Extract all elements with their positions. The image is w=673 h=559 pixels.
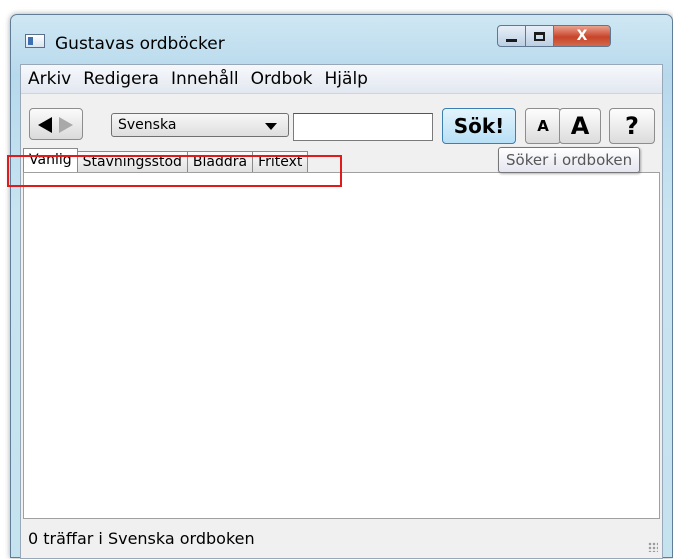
- window-title: Gustavas ordböcker: [55, 34, 225, 54]
- title-bar[interactable]: Gustavas ordböcker X: [11, 15, 672, 57]
- language-select-value: Svenska: [118, 117, 177, 133]
- tabs-highlight-box: [7, 155, 342, 187]
- search-tooltip: Söker i ordboken: [498, 147, 641, 173]
- app-icon[interactable]: [25, 34, 45, 48]
- menu-ordbok[interactable]: Ordbok: [245, 69, 319, 89]
- search-button[interactable]: Sök!: [442, 108, 516, 144]
- menu-redigera[interactable]: Redigera: [77, 69, 165, 89]
- app-window: Gustavas ordböcker X Arkiv Redigera Inne…: [10, 14, 673, 559]
- menu-hjalp[interactable]: Hjälp: [319, 69, 374, 89]
- results-pane[interactable]: [23, 172, 660, 519]
- close-icon: X: [576, 28, 588, 44]
- minimize-button[interactable]: [497, 25, 526, 47]
- status-bar: 0 träffar i Svenska ordboken: [21, 520, 662, 558]
- increase-font-button[interactable]: A: [559, 108, 601, 144]
- back-arrow-icon[interactable]: [38, 117, 52, 133]
- status-text: 0 träffar i Svenska ordboken: [28, 529, 255, 548]
- forward-arrow-icon[interactable]: [59, 117, 73, 133]
- maximize-button[interactable]: [525, 25, 554, 47]
- menu-innehall[interactable]: Innehåll: [165, 69, 245, 89]
- search-input[interactable]: [293, 113, 433, 141]
- resize-grip-icon[interactable]: [648, 542, 658, 552]
- close-button[interactable]: X: [553, 25, 611, 47]
- dropdown-arrow-icon: [265, 123, 277, 130]
- help-button[interactable]: ?: [609, 108, 655, 144]
- menu-arkiv[interactable]: Arkiv: [21, 69, 77, 89]
- minimize-icon: [506, 38, 517, 42]
- decrease-font-button[interactable]: A: [525, 108, 561, 144]
- client-area: Arkiv Redigera Innehåll Ordbok Hjälp Sve…: [20, 64, 663, 559]
- maximize-icon: [534, 31, 545, 41]
- navigation-buttons: [29, 108, 83, 140]
- menu-bar: Arkiv Redigera Innehåll Ordbok Hjälp: [21, 65, 662, 94]
- language-select[interactable]: Svenska: [111, 113, 289, 137]
- toolbar: Svenska Sök! A A ?: [21, 94, 662, 144]
